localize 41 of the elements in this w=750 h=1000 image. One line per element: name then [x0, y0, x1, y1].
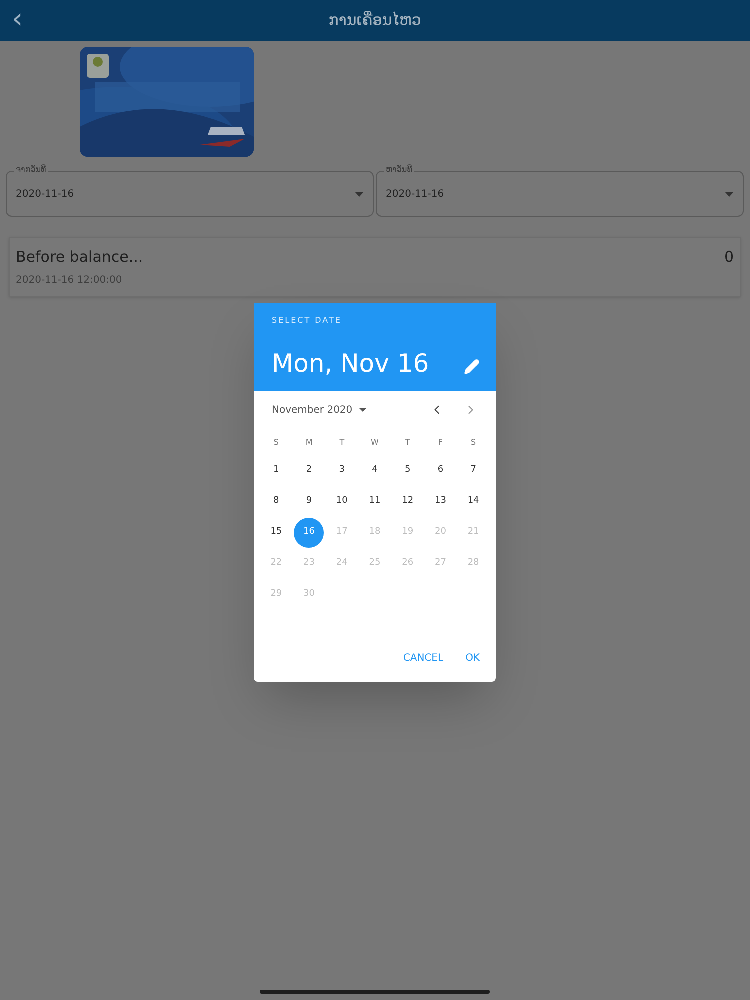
day-button[interactable]: 8: [261, 486, 292, 516]
weekday-label: W: [371, 437, 379, 449]
day-button[interactable]: 14: [458, 486, 489, 516]
edit-pencil-icon[interactable]: [464, 359, 480, 375]
day-button[interactable]: 15: [261, 518, 292, 548]
day-button[interactable]: 3: [327, 456, 358, 486]
balance-amount: 0: [724, 247, 734, 268]
day-button[interactable]: 11: [360, 486, 390, 516]
day-button[interactable]: 5: [392, 456, 423, 486]
day-button[interactable]: 12: [392, 486, 423, 516]
back-button[interactable]: ‹: [12, 5, 24, 33]
day-button[interactable]: 1: [261, 456, 292, 486]
dropdown-caret-icon: [355, 192, 364, 196]
day-button[interactable]: 2: [294, 456, 324, 486]
day-button[interactable]: 16: [294, 518, 324, 548]
page-title: ການເຄື່ອນໄຫວ: [328, 10, 422, 32]
day-button[interactable]: 7: [458, 456, 489, 486]
balance-datetime: 2020-11-16 12:00:00: [16, 274, 124, 288]
dialog-action-button[interactable]: OK: [460, 649, 486, 668]
field-value: 2020-11-16: [386, 188, 444, 202]
day-button[interactable]: 6: [426, 456, 456, 486]
field-value: 2020-11-16: [16, 188, 74, 202]
weekday-label: S: [274, 437, 279, 449]
dialog-action-button[interactable]: CANCEL: [397, 649, 450, 668]
day-button[interactable]: 9: [294, 486, 324, 516]
weekday-label: T: [405, 437, 410, 449]
weekday-label: F: [438, 437, 444, 449]
month-selector[interactable]: November 2020: [272, 402, 367, 418]
date-dropdown[interactable]: 2020-11-16: [376, 171, 744, 217]
caret-icon: [358, 408, 367, 412]
weekday-label: M: [306, 437, 313, 449]
day-button[interactable]: 13: [426, 486, 456, 516]
weekday-label: T: [340, 437, 345, 449]
selected-date: Mon, Nov 16: [272, 349, 430, 379]
day-button[interactable]: 10: [327, 486, 358, 516]
dropdown-caret-icon: [725, 192, 734, 196]
weekday-label: S: [471, 437, 476, 449]
day-button[interactable]: 4: [360, 456, 390, 486]
balance-title: Before balance...: [16, 247, 144, 268]
dialog-caption: SELECT DATE: [272, 315, 343, 327]
date-dropdown[interactable]: 2020-11-16: [6, 171, 374, 217]
